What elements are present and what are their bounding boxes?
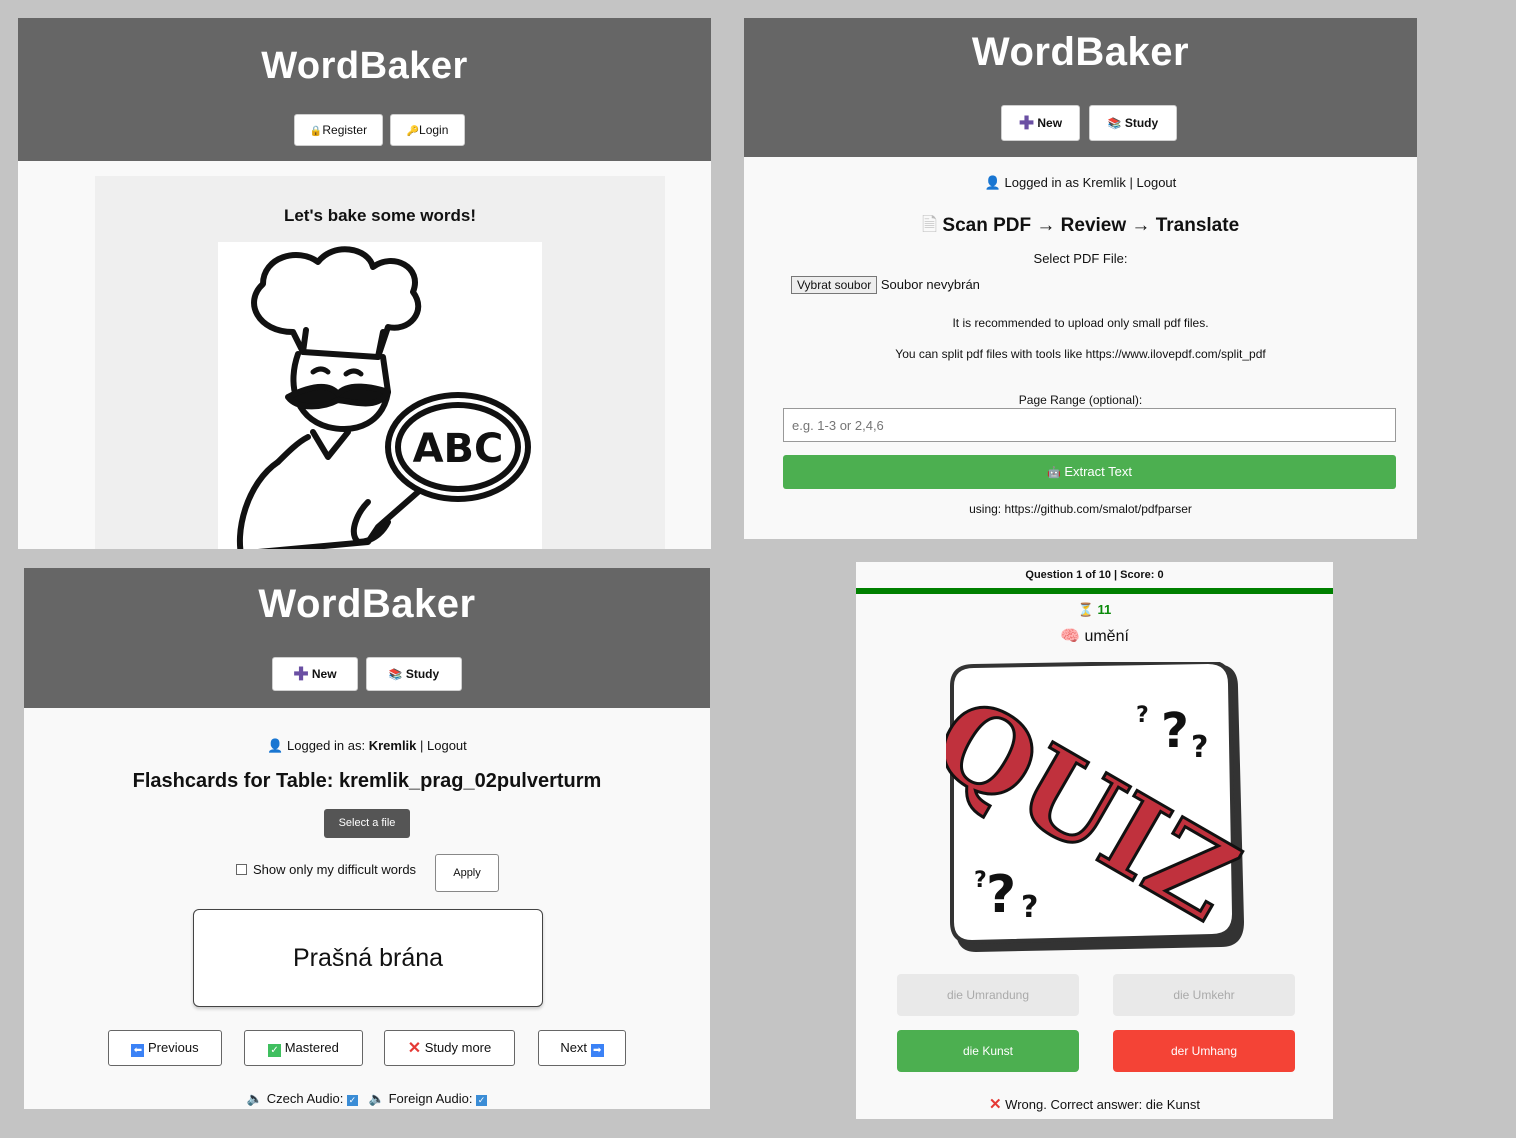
extract-text-button[interactable]: 🤖 Extract Text	[783, 455, 1396, 489]
site-header: WordBaker ✚ New 📚 Study	[744, 18, 1417, 157]
books-icon: 📚	[1107, 118, 1122, 130]
flashcard[interactable]: Prašná brána	[193, 909, 543, 1007]
czech-audio-checkbox[interactable]: ✓	[346, 1095, 358, 1106]
answer-feedback: ✕ Wrong. Correct answer: die Kunst	[988, 1096, 1201, 1113]
previous-button[interactable]: ⬅ Previous	[108, 1030, 222, 1066]
site-title: WordBaker	[971, 30, 1190, 74]
quiz-status: Question 1 of 10 | Score: 0	[1025, 569, 1164, 581]
svg-text:?: ?	[1191, 730, 1208, 765]
tagline: Let's bake some words!	[283, 206, 477, 225]
select-pdf-label: Select PDF File:	[1033, 251, 1128, 266]
check-icon: ✓	[268, 1044, 282, 1057]
svg-text:?: ?	[1161, 703, 1189, 759]
arrow-left-icon: ⬅	[131, 1044, 145, 1057]
arrow-right-icon: ➡	[590, 1044, 604, 1057]
quiz-panel: Question 1 of 10 | Score: 0 ⏳ 11 🧠 umění…	[856, 562, 1333, 1119]
foreign-audio-checkbox[interactable]: ✓	[476, 1095, 488, 1106]
chef-image: ABC	[236, 246, 531, 549]
brain-icon: 🧠	[1060, 628, 1080, 645]
page-range-label: Page Range (optional):	[1018, 393, 1143, 407]
select-file-button[interactable]: Select a file	[324, 809, 410, 838]
page-heading: 🗎 Scan PDF → Review → Translate	[921, 215, 1240, 236]
flashcards-panel: WordBaker ✚ New 📚 Study 👤 Logged in as: …	[24, 568, 710, 1109]
login-button[interactable]: 🔑Login	[390, 114, 465, 146]
quiz-word: 🧠 umění	[1060, 628, 1129, 645]
flashcards-heading: Flashcards for Table: kremlik_prag_02pul…	[132, 770, 602, 792]
site-title: WordBaker	[261, 45, 468, 87]
flashcard-word: Prašná brána	[292, 944, 444, 972]
user-icon: 👤	[267, 738, 284, 753]
cross-icon: ✕	[407, 1040, 422, 1057]
logged-in-status: 👤 Logged in as Kremlik | Logout	[984, 175, 1177, 190]
logged-in-status: 👤 Logged in as: Kremlik | Logout	[267, 738, 467, 753]
quiz-illustration: QUIZ ? ? ? ? ? ?	[912, 659, 1260, 957]
answer-option[interactable]: die Umkehr	[1113, 974, 1295, 1016]
study-more-button[interactable]: ✕ Study more	[384, 1030, 515, 1066]
speaker-icon: 🔈	[368, 1091, 385, 1106]
lock-icon: 🔒	[309, 126, 323, 137]
plus-icon: ✚	[1018, 113, 1035, 133]
plus-icon: ✚	[293, 664, 309, 684]
mastered-button[interactable]: ✓ Mastered	[244, 1030, 363, 1066]
audio-settings: 🔈 Czech Audio: ✓ 🔈 Foreign Audio: ✓	[246, 1091, 488, 1106]
books-icon: 📚	[388, 669, 403, 681]
page-range-input[interactable]	[783, 408, 1396, 442]
parser-credit: using: https://github.com/smalot/pdfpars…	[969, 502, 1192, 516]
study-button[interactable]: 📚 Study	[366, 657, 462, 691]
hourglass-icon: ⏳	[1077, 602, 1094, 617]
username: Kremlik	[368, 738, 417, 753]
file-status: Soubor nevybrán	[880, 277, 980, 292]
speaker-icon: 🔈	[246, 1091, 264, 1106]
progress-bar	[856, 588, 1333, 594]
answer-option-wrong[interactable]: der Umhang	[1113, 1030, 1295, 1072]
logout-link[interactable]: | Logout	[416, 738, 467, 753]
svg-text:?: ?	[986, 865, 1016, 925]
apply-button[interactable]: Apply	[435, 854, 499, 892]
scan-pdf-panel: WordBaker ✚ New 📚 Study 👤 Logged in as K…	[744, 18, 1417, 539]
svg-text:?: ?	[1136, 703, 1149, 728]
user-icon: 👤	[984, 175, 1001, 190]
svg-text:?: ?	[1021, 890, 1038, 925]
quiz-image: QUIZ ? ? ? ? ? ?	[912, 659, 1260, 952]
register-button[interactable]: 🔒Register	[294, 114, 383, 146]
split-note: You can split pdf files with tools like …	[895, 347, 1266, 361]
welcome-box: Let's bake some words! ABC	[95, 176, 665, 549]
chef-illustration: ABC	[218, 242, 542, 549]
robot-icon: 🤖	[1046, 467, 1061, 479]
document-icon: 🗎	[921, 215, 938, 236]
file-picker: Vybrat soubor Soubor nevybrán	[791, 276, 980, 294]
upload-note: It is recommended to upload only small p…	[952, 316, 1209, 330]
difficult-checkbox[interactable]	[236, 864, 247, 875]
landing-panel: WordBaker 🔒Register 🔑Login Let's bake so…	[18, 18, 711, 549]
site-header: WordBaker ✚ New 📚 Study	[24, 568, 710, 708]
new-button[interactable]: ✚ New	[1001, 105, 1080, 141]
cross-icon: ✕	[988, 1096, 1002, 1113]
timer: ⏳ 11	[1077, 602, 1112, 617]
new-button[interactable]: ✚ New	[272, 657, 358, 691]
answer-option[interactable]: die Umrandung	[897, 974, 1079, 1016]
choose-file-button[interactable]: Vybrat soubor	[791, 276, 878, 294]
site-title: WordBaker	[258, 582, 476, 626]
answer-option-correct[interactable]: die Kunst	[897, 1030, 1079, 1072]
study-button[interactable]: 📚 Study	[1089, 105, 1177, 141]
difficult-filter: Show only my difficult words	[236, 863, 416, 877]
svg-text:?: ?	[974, 868, 987, 893]
abc-text: ABC	[413, 426, 504, 472]
site-header: WordBaker 🔒Register 🔑Login	[18, 18, 711, 161]
next-button[interactable]: Next ➡	[538, 1030, 626, 1066]
key-icon: 🔑	[406, 126, 420, 137]
